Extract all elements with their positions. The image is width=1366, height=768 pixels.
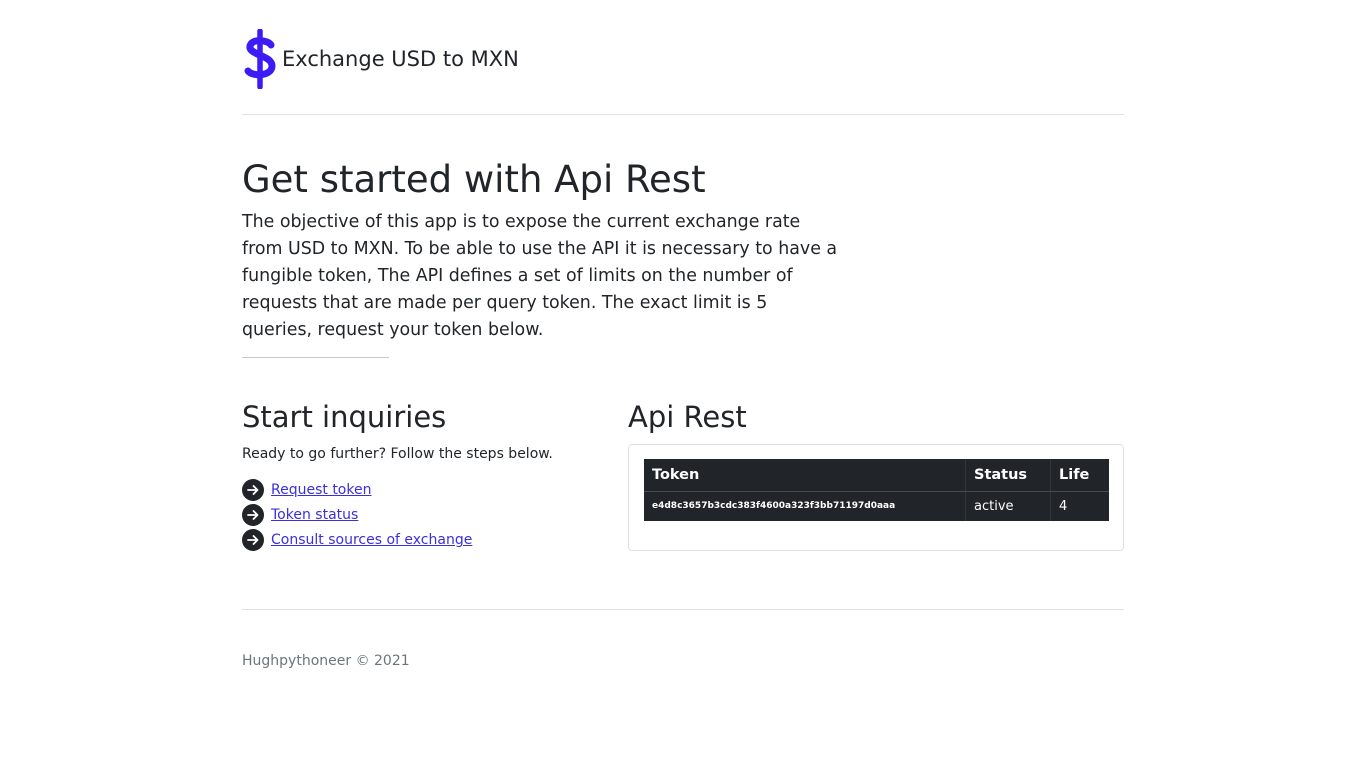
api-card: Token Status Life e4d8c3657b3cdc383f4600… — [628, 443, 1124, 551]
inquiries-subtitle: Ready to go further? Follow the steps be… — [242, 445, 553, 462]
token-value: e4d8c3657b3cdc383f4600a323f3bb71197d0aaa — [652, 501, 896, 512]
step-token-status: Token status — [242, 503, 602, 528]
status-value: active — [965, 491, 1051, 521]
step-request-token: Request token — [242, 478, 602, 503]
consult-sources-link[interactable]: Consult sources of exchange — [271, 532, 472, 548]
inquiries-heading: Start inquiries — [242, 400, 447, 434]
arrow-right-circle-icon — [242, 529, 264, 552]
column-header-life: Life — [1050, 458, 1109, 492]
api-heading: Api Rest — [628, 400, 747, 434]
brand-link[interactable]: Exchange USD to MXN — [242, 29, 519, 89]
token-table: Token Status Life e4d8c3657b3cdc383f4600… — [644, 458, 1109, 521]
step-consult-sources: Consult sources of exchange — [242, 528, 602, 553]
app-title: Exchange USD to MXN — [282, 47, 519, 71]
table-row: e4d8c3657b3cdc383f4600a323f3bb71197d0aaa… — [644, 491, 1109, 521]
page-container: Exchange USD to MXN Get started with Api… — [242, 0, 1124, 669]
site-header: Exchange USD to MXN — [242, 0, 1124, 115]
arrow-right-circle-icon — [242, 504, 264, 527]
api-section: Api Rest Token Status Life e4d8c3657b3cd… — [628, 400, 1124, 551]
divider — [242, 357, 389, 358]
footer-divider — [242, 609, 1124, 610]
life-value: 4 — [1050, 491, 1109, 521]
column-header-token: Token — [644, 458, 966, 492]
token-status-link[interactable]: Token status — [271, 507, 358, 523]
inquiries-section: Start inquiries Ready to go further? Fol… — [242, 400, 602, 553]
request-token-link[interactable]: Request token — [271, 482, 371, 498]
column-header-status: Status — [965, 458, 1051, 492]
steps-list: Request token Token status Consult sourc… — [242, 478, 602, 553]
table-header-row: Token Status Life — [644, 458, 1109, 492]
dollar-sign-icon — [244, 29, 276, 89]
intro-description: The objective of this app is to expose t… — [242, 212, 838, 340]
page-heading: Get started with Api Rest — [242, 158, 706, 201]
footer-copyright: Hughpythoneer © 2021 — [242, 653, 410, 669]
arrow-right-circle-icon — [242, 479, 264, 502]
